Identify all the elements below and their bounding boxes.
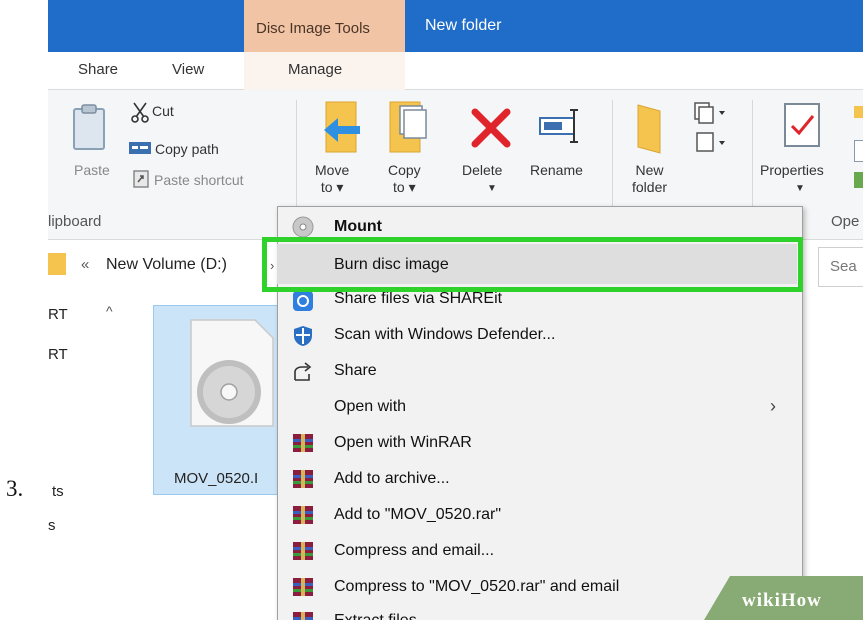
disc-image-file-icon — [190, 319, 274, 427]
new-folder-button[interactable]: New folder — [632, 162, 667, 196]
search-placeholder: Sea — [830, 258, 857, 275]
open-group-label: Ope — [831, 213, 860, 230]
copy-path-button[interactable]: Copy path — [155, 141, 219, 158]
copy-to-icon[interactable] — [386, 100, 428, 154]
paste-shortcut-icon[interactable] — [133, 170, 149, 188]
paste-label: Paste — [74, 162, 110, 178]
submenu-chevron-icon: › — [770, 396, 776, 416]
copy-to-button[interactable]: Copy to ▾ — [388, 162, 421, 196]
winrar-icon — [293, 470, 313, 488]
paste-shortcut-button[interactable]: Paste shortcut — [154, 172, 244, 189]
nav-item[interactable]: RT — [48, 306, 68, 323]
defender-shield-icon — [294, 326, 312, 346]
tab-manage[interactable]: Manage — [288, 61, 342, 78]
copy-to-line2: to ▾ — [393, 179, 416, 195]
new-folder-icon[interactable] — [634, 101, 674, 155]
delete-button[interactable]: Delete — [462, 162, 502, 179]
address-breadcrumb[interactable]: New Volume (D:) — [106, 256, 227, 274]
move-to-icon[interactable] — [320, 100, 362, 154]
properties-icon[interactable] — [783, 102, 821, 148]
explorer-window: Disc Image Tools New folder Share View M… — [48, 0, 863, 620]
ribbon-tab-row — [48, 52, 863, 90]
scissors-icon[interactable] — [130, 101, 150, 123]
winrar-icon — [293, 578, 313, 596]
clipboard-group-label: lipboard — [48, 213, 102, 230]
menu-item-open-with[interactable]: Open with — [334, 398, 406, 416]
menu-item-compress-to-rar-email[interactable]: Compress to "MOV_0520.rar" and email — [334, 578, 619, 596]
window-title: New folder — [425, 17, 502, 34]
shareit-icon — [293, 291, 313, 311]
highlight-outline — [262, 237, 803, 292]
menu-item-extract-files[interactable]: Extract files... — [334, 612, 430, 620]
winrar-icon — [293, 434, 313, 452]
winrar-icon — [293, 542, 313, 560]
menu-item-add-to-archive[interactable]: Add to archive... — [334, 470, 450, 488]
ribbon-open-group-icons[interactable] — [850, 100, 863, 190]
menu-item-share[interactable]: Share — [334, 362, 377, 380]
delete-dropdown-icon[interactable]: ▼ — [487, 180, 497, 197]
delete-x-icon[interactable] — [471, 108, 511, 148]
disc-icon — [292, 216, 314, 238]
clipboard-icon[interactable] — [72, 103, 106, 151]
tab-share[interactable]: Share — [78, 61, 118, 78]
menu-item-shareit[interactable]: Share files via SHAREit — [334, 290, 502, 308]
properties-button[interactable]: Properties — [760, 162, 824, 179]
winrar-icon — [293, 612, 313, 620]
tab-view[interactable]: View — [172, 61, 204, 78]
folder-icon — [48, 253, 66, 275]
nav-item[interactable]: s — [48, 517, 56, 534]
contextual-tab-label: Disc Image Tools — [256, 20, 370, 37]
rename-button[interactable]: Rename — [530, 162, 583, 179]
wikihow-watermark: wikiHow — [742, 590, 822, 611]
menu-item-compress-and-email[interactable]: Compress and email... — [334, 542, 494, 560]
rename-icon[interactable] — [538, 106, 584, 146]
step-number: 3. — [6, 476, 24, 501]
move-to-line2: to ▾ — [320, 179, 344, 195]
menu-item-add-to-rar[interactable]: Add to "MOV_0520.rar" — [334, 506, 501, 524]
winrar-icon — [293, 506, 313, 524]
properties-dropdown-icon[interactable]: ▼ — [795, 180, 805, 197]
new-item-icon[interactable] — [691, 101, 727, 157]
cut-button[interactable]: Cut — [152, 103, 174, 120]
file-name: MOV_0520.I — [174, 470, 259, 487]
menu-item-scan-defender[interactable]: Scan with Windows Defender... — [334, 326, 555, 344]
move-to-button[interactable]: Move to ▾ — [315, 162, 349, 196]
nav-scroll-up-icon[interactable]: ^ — [106, 303, 113, 319]
menu-item-open-with-winrar[interactable]: Open with WinRAR — [334, 434, 472, 452]
new-folder-line2: folder — [632, 179, 668, 195]
copy-path-icon[interactable] — [128, 141, 152, 155]
menu-item-mount[interactable]: Mount — [334, 218, 382, 236]
move-to-line1: Move — [315, 162, 350, 178]
nav-item[interactable]: ts — [52, 483, 64, 500]
new-folder-line1: New — [635, 162, 664, 178]
address-back-chevrons[interactable]: « — [81, 256, 89, 273]
share-icon — [294, 362, 312, 381]
copy-to-line1: Copy — [388, 162, 421, 178]
nav-item[interactable]: RT — [48, 346, 68, 363]
